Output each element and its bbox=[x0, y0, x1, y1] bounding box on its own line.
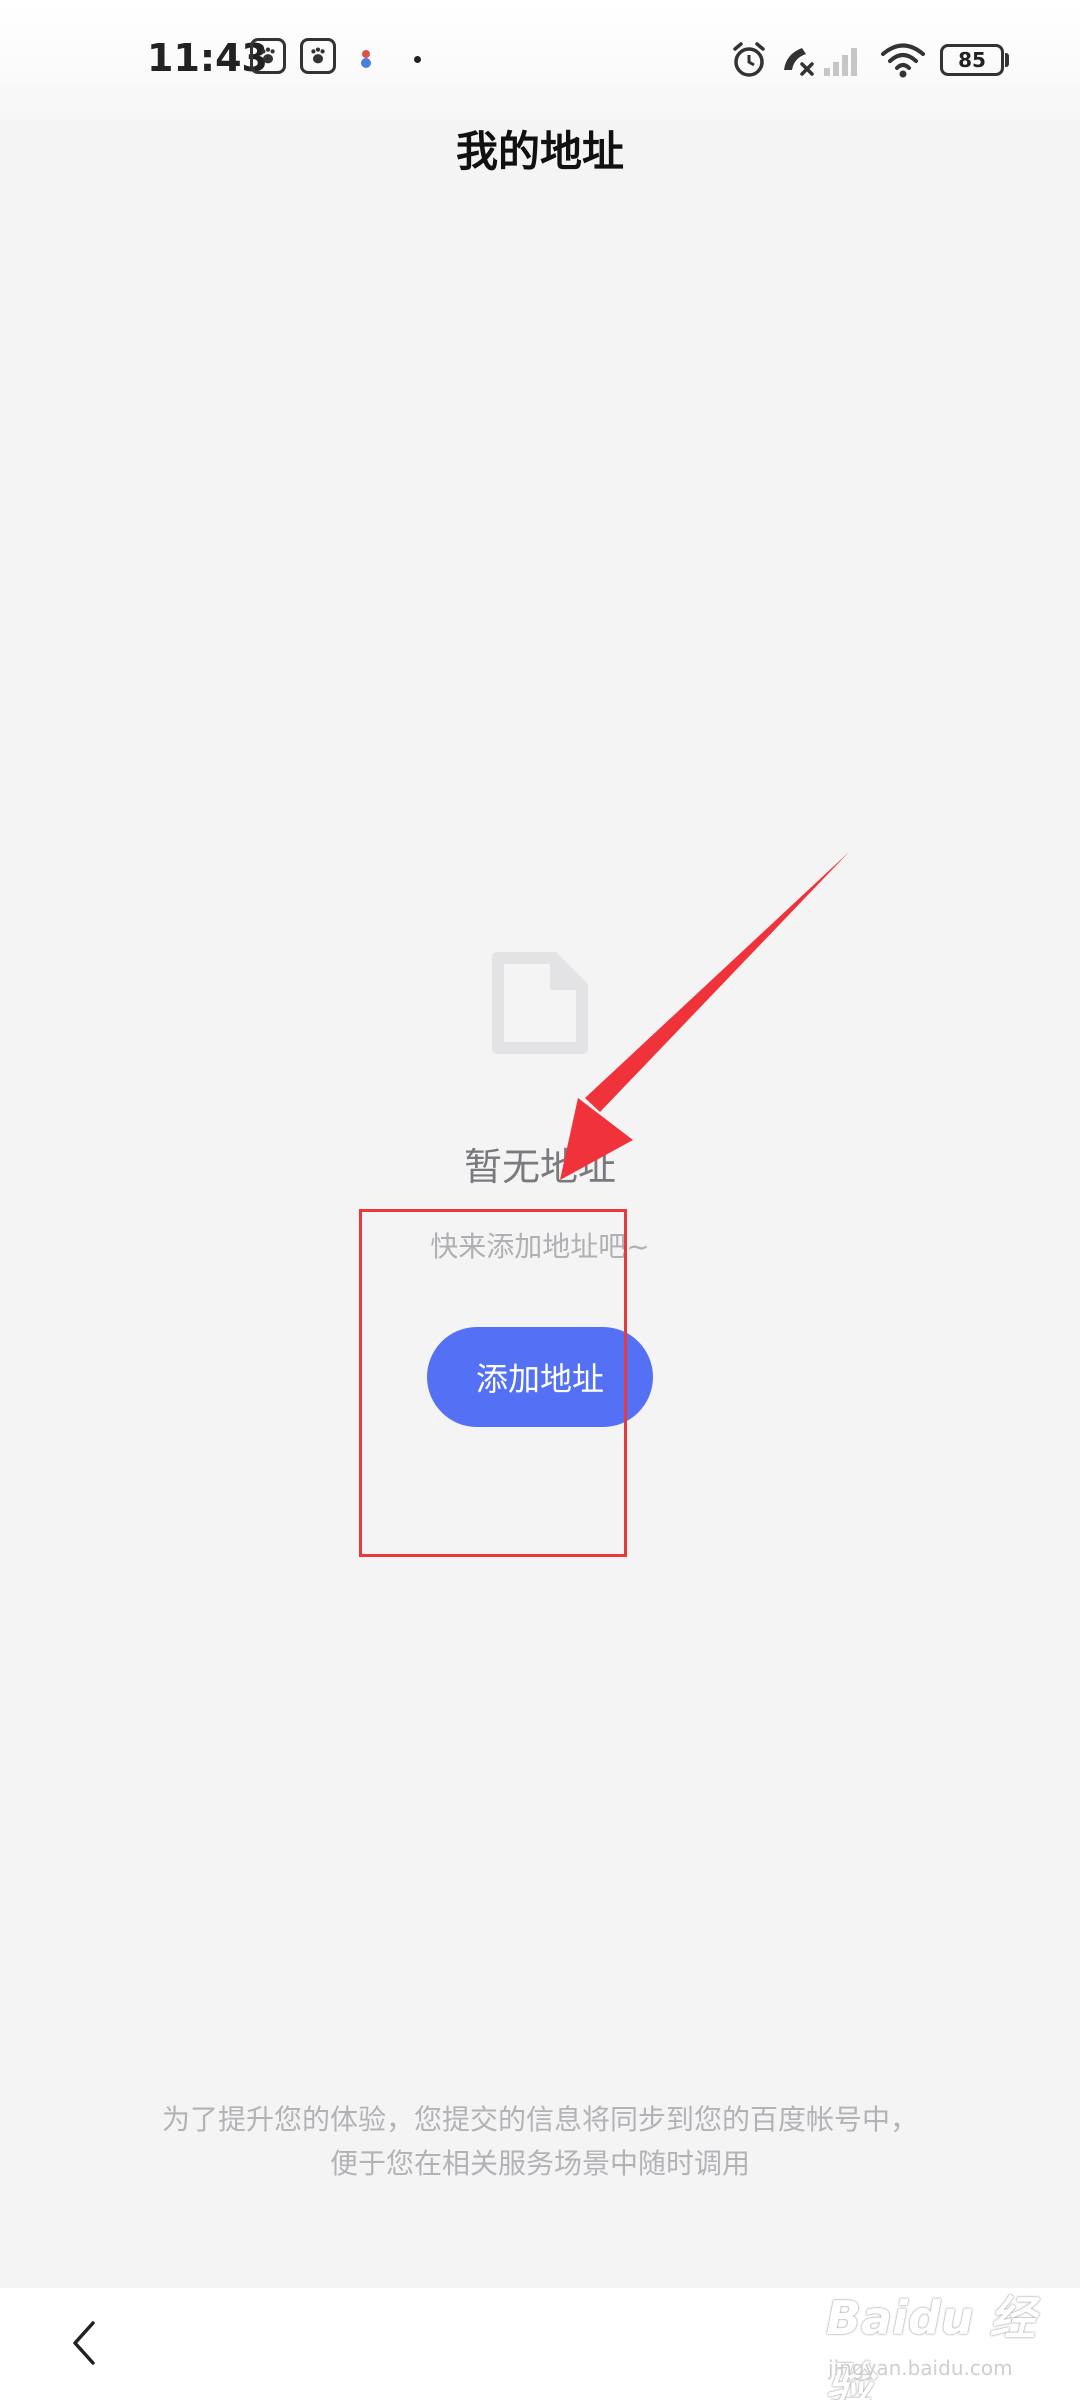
baidu-paw-icon bbox=[250, 38, 286, 74]
battery-indicator: 85 bbox=[940, 44, 1004, 76]
wifi-icon bbox=[881, 43, 925, 78]
call-muted-icon bbox=[784, 48, 814, 76]
battery-tip bbox=[1005, 53, 1009, 67]
document-icon bbox=[492, 952, 588, 1054]
signal-icon bbox=[824, 48, 857, 76]
privacy-note-line-2: 便于您在相关服务场景中随时调用 bbox=[329, 2147, 750, 2180]
app-icon bbox=[361, 50, 371, 68]
page-title: 我的地址 bbox=[455, 127, 624, 176]
address-screen: 11:43 85 我的地址 暂无地址 快来添加地址吧~ 添加地址 为了提升您的体… bbox=[0, 0, 1080, 2400]
annotation-box bbox=[359, 1209, 627, 1557]
notification-dot bbox=[414, 56, 421, 63]
privacy-note-line-1: 为了提升您的体验，您提交的信息将同步到您的百度帐号中， bbox=[161, 2103, 918, 2136]
watermark-url: jingyan.baidu.com bbox=[828, 2356, 1013, 2380]
alarm-icon bbox=[733, 42, 765, 77]
battery-level: 85 bbox=[958, 48, 986, 72]
empty-title: 暂无地址 bbox=[463, 1145, 616, 1189]
back-button[interactable] bbox=[54, 2310, 114, 2376]
privacy-note: 为了提升您的体验，您提交的信息将同步到您的百度帐号中， 便于您在相关服务场景中随… bbox=[0, 2098, 1080, 2186]
chevron-left-icon bbox=[73, 2321, 95, 2365]
baidu-paw-icon bbox=[300, 38, 336, 74]
status-bar: 11:43 85 bbox=[0, 0, 1080, 120]
annotation-arrow bbox=[560, 852, 849, 1180]
